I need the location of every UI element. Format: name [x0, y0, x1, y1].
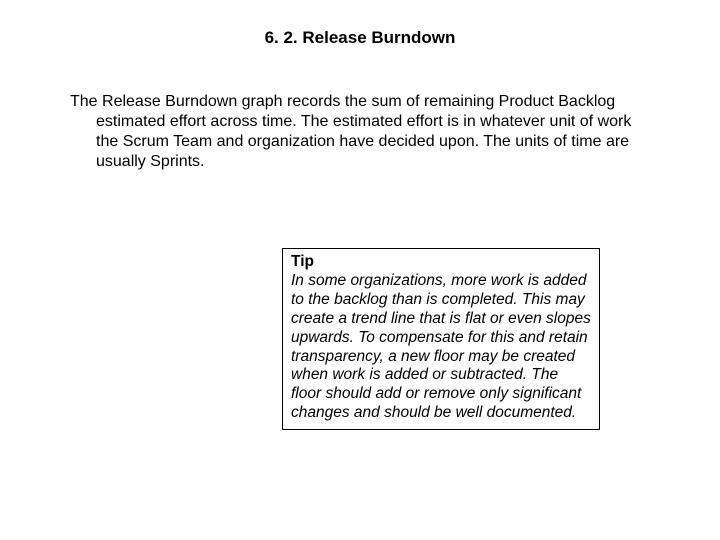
tip-title: Tip: [291, 253, 591, 272]
tip-body: In some organizations, more work is adde…: [291, 272, 591, 423]
tip-box: Tip In some organizations, more work is …: [282, 248, 600, 430]
section-heading: 6. 2. Release Burndown: [0, 28, 720, 48]
body-paragraph-text: The Release Burndown graph records the s…: [70, 92, 640, 172]
page: 6. 2. Release Burndown The Release Burnd…: [0, 0, 720, 540]
body-paragraph: The Release Burndown graph records the s…: [70, 92, 640, 172]
